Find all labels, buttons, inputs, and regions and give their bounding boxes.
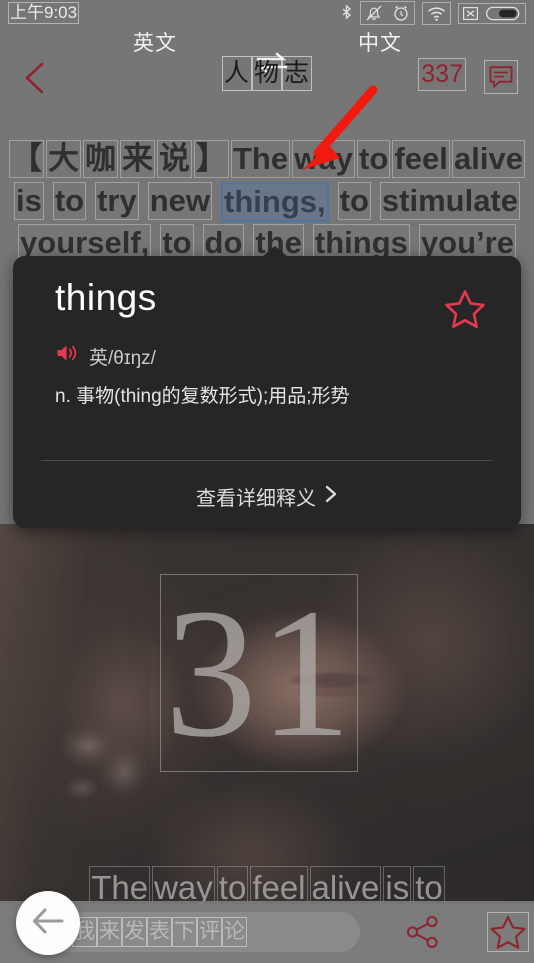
status-bar: 上午9:03 <box>0 0 534 26</box>
comment-placeholder-char: 论 <box>222 917 247 947</box>
popup-pointer <box>262 246 288 257</box>
status-bar-left: 上午9:03 <box>8 2 80 24</box>
article-word[interactable]: 咖 <box>83 140 118 178</box>
article-word[interactable]: new <box>147 182 213 220</box>
status-icon-group-2 <box>422 1 451 25</box>
mute-bell-icon <box>364 3 384 23</box>
popup-phonetic-row: 英/θɪŋz/ <box>55 342 156 370</box>
article-word[interactable]: alive <box>452 140 525 178</box>
popup-phonetic: 英/θɪŋz/ <box>89 347 156 369</box>
share-icon[interactable] <box>405 915 441 949</box>
speaker-icon[interactable] <box>55 342 79 370</box>
article-line: 【大咖来说】 The way to feel alive <box>8 140 526 178</box>
comment-placeholder-char: 表 <box>147 917 172 947</box>
caption-word[interactable]: way <box>152 866 215 904</box>
article-word[interactable]: to <box>357 140 391 178</box>
comment-placeholder-char: 评 <box>197 917 222 947</box>
alarm-clock-icon <box>391 3 411 23</box>
status-bar-right <box>340 1 526 25</box>
comment-placeholder: 我来发表下评论 <box>72 917 247 947</box>
article-word[interactable]: is <box>13 182 44 220</box>
article-word[interactable]: feel <box>392 140 450 178</box>
wifi-icon <box>426 4 447 23</box>
comment-placeholder-char: 来 <box>97 917 122 947</box>
dictionary-popup: things 英/θɪŋz/ n. 事物(thing的复数形式);用品;形势 查… <box>13 256 521 528</box>
status-time: 上午9:03 <box>8 2 80 24</box>
page-title-char: 物 <box>251 56 283 91</box>
app-screen: 31 The way to feel alive is to 【大咖来说】 The way to f… <box>0 0 534 963</box>
source-language[interactable]: 英文 <box>133 27 177 57</box>
photo-caption: The way to feel alive is to <box>0 866 534 904</box>
back-arrow-icon <box>31 906 65 941</box>
favorite-star-icon[interactable] <box>487 912 529 952</box>
no-signal-icon <box>462 5 479 22</box>
target-language[interactable]: 中文 <box>358 27 402 57</box>
article-word[interactable]: way <box>292 140 355 178</box>
page-title: 人物志 <box>221 56 313 91</box>
page-title-char: 人 <box>221 56 252 91</box>
article-word[interactable]: 来 <box>120 140 155 178</box>
back-chevron-icon[interactable] <box>18 59 52 97</box>
bluetooth-icon <box>340 3 353 23</box>
article-word[interactable]: 【 <box>9 140 44 178</box>
popup-definition: n. 事物(thing的复数形式);用品;形势 <box>55 386 350 407</box>
caption-word[interactable]: is <box>383 866 412 904</box>
nav-bar: 人物志 337 <box>0 55 534 101</box>
article-word[interactable]: 】 <box>194 140 229 178</box>
article-word[interactable]: 说 <box>157 140 192 178</box>
floating-back-button[interactable] <box>16 891 80 955</box>
article-photo: 31 The way to feel alive is to <box>0 524 534 904</box>
article-word[interactable]: The <box>231 140 291 178</box>
photo-flower-region <box>52 706 172 826</box>
status-icon-group-1 <box>360 1 415 25</box>
bottom-bar: 我来发表下评论 <box>0 901 534 963</box>
article-word[interactable]: stimulate <box>379 182 521 220</box>
chevron-right-icon <box>324 484 338 510</box>
comment-placeholder-char: 下 <box>172 917 197 947</box>
comment-placeholder-char: 发 <box>122 917 147 947</box>
article-word[interactable]: 大 <box>46 140 81 178</box>
comment-count[interactable]: 337 <box>418 58 466 91</box>
caption-word[interactable]: feel <box>250 866 308 904</box>
star-outline-icon[interactable] <box>443 288 487 330</box>
photo-number: 31 <box>164 570 354 776</box>
article-line: is to try new things, to stimulate <box>8 182 526 222</box>
caption-word[interactable]: The <box>89 866 151 904</box>
popup-divider <box>41 460 493 461</box>
page-title-char: 志 <box>282 56 313 91</box>
article-word[interactable]: to <box>52 182 87 220</box>
battery-icon <box>486 5 522 22</box>
article-word[interactable]: to <box>337 182 371 220</box>
article-word[interactable]: try <box>95 182 139 220</box>
comment-bubble-icon[interactable] <box>484 60 518 94</box>
caption-word[interactable]: alive <box>309 866 382 904</box>
popup-detail-label: 查看详细释义 <box>196 488 316 510</box>
popup-word: things <box>55 277 157 318</box>
popup-detail-link[interactable]: 查看详细释义 <box>13 482 521 511</box>
status-icon-group-3 <box>458 2 526 24</box>
selected-word[interactable]: things, <box>221 182 329 222</box>
caption-word[interactable]: to <box>216 866 249 904</box>
caption-word[interactable]: to <box>413 866 445 904</box>
